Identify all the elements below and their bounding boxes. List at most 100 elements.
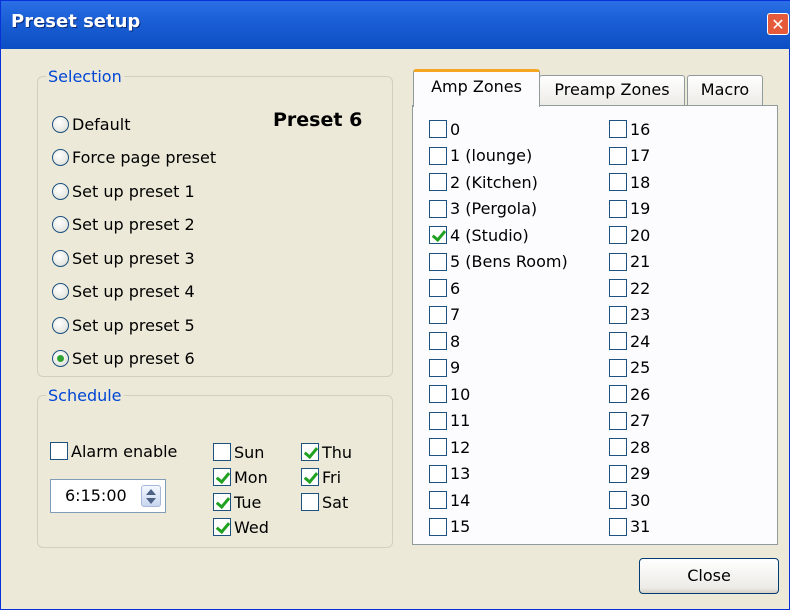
day-checkbox[interactable]: Mon — [213, 466, 268, 488]
zone-checkbox[interactable]: 15 — [429, 516, 470, 538]
zone-checkbox-box[interactable] — [429, 146, 447, 165]
zone-checkbox[interactable]: 17 — [609, 145, 650, 167]
radio-option[interactable]: Set up preset 3 — [52, 246, 195, 270]
zone-checkbox[interactable]: 18 — [609, 171, 650, 193]
radio-button[interactable] — [52, 115, 69, 133]
zone-checkbox-box[interactable] — [429, 385, 447, 403]
day-checkbox[interactable]: Sun — [213, 441, 264, 463]
zone-checkbox[interactable]: 25 — [609, 357, 650, 379]
day-checkbox-box[interactable] — [301, 493, 319, 511]
radio-option[interactable]: Set up preset 1 — [52, 179, 195, 203]
zone-checkbox[interactable]: 28 — [609, 436, 650, 458]
zone-checkbox-box[interactable] — [609, 411, 627, 430]
radio-option[interactable]: Set up preset 5 — [52, 313, 195, 337]
zone-checkbox-box[interactable] — [429, 438, 447, 456]
radio-button[interactable] — [52, 216, 69, 233]
radio-button[interactable] — [52, 249, 69, 267]
zone-checkbox-box[interactable] — [609, 358, 627, 377]
zone-checkbox[interactable]: 24 — [609, 330, 650, 352]
time-spinner[interactable]: 6:15:00 — [50, 479, 166, 513]
zone-checkbox-box[interactable] — [609, 491, 627, 509]
radio-button[interactable] — [52, 149, 69, 166]
zone-checkbox-box[interactable] — [429, 305, 447, 324]
zone-checkbox-box[interactable] — [609, 438, 627, 456]
zone-checkbox[interactable]: 2 (Kitchen) — [429, 171, 538, 193]
day-checkbox-box[interactable] — [301, 443, 319, 461]
zone-checkbox[interactable]: 30 — [609, 489, 650, 511]
zone-checkbox[interactable]: 14 — [429, 489, 470, 511]
zone-checkbox[interactable]: 21 — [609, 251, 650, 273]
zone-checkbox[interactable]: 29 — [609, 463, 650, 485]
zone-checkbox-box[interactable] — [609, 199, 627, 218]
day-checkbox-box[interactable] — [213, 443, 231, 461]
zone-checkbox-box[interactable] — [609, 120, 627, 138]
zone-checkbox[interactable]: 3 (Pergola) — [429, 198, 537, 220]
radio-button[interactable] — [52, 316, 69, 334]
radio-button[interactable] — [52, 182, 69, 200]
zone-checkbox[interactable]: 26 — [609, 383, 650, 405]
zone-checkbox-box[interactable] — [609, 385, 627, 403]
tab-macro[interactable]: Macro — [687, 75, 763, 105]
zone-checkbox-box[interactable] — [609, 464, 627, 483]
zone-checkbox-box[interactable] — [609, 279, 627, 297]
zone-checkbox-box[interactable] — [429, 199, 447, 218]
zone-checkbox-box[interactable] — [429, 358, 447, 377]
spinner-down-icon[interactable] — [146, 498, 156, 504]
zone-checkbox-box[interactable] — [429, 173, 447, 191]
tab-preamp-zones[interactable]: Preamp Zones — [539, 75, 685, 105]
zone-checkbox[interactable]: 4 (Studio) — [429, 224, 529, 246]
zone-checkbox[interactable]: 12 — [429, 436, 470, 458]
day-checkbox-box[interactable] — [213, 493, 231, 511]
day-checkbox-box[interactable] — [301, 468, 319, 486]
day-checkbox[interactable]: Sat — [301, 491, 348, 513]
alarm-enable-box[interactable] — [50, 442, 68, 460]
zone-checkbox-box[interactable] — [429, 252, 447, 271]
alarm-enable-checkbox[interactable]: Alarm enable — [50, 440, 177, 462]
zone-checkbox[interactable]: 23 — [609, 304, 650, 326]
zone-checkbox-box[interactable] — [609, 226, 627, 244]
zone-checkbox[interactable]: 10 — [429, 383, 470, 405]
zone-checkbox-box[interactable] — [609, 305, 627, 324]
close-icon[interactable]: ✕ — [767, 13, 789, 35]
zone-checkbox[interactable]: 27 — [609, 410, 650, 432]
day-checkbox-box[interactable] — [213, 518, 231, 536]
day-checkbox[interactable]: Wed — [213, 516, 269, 538]
zone-checkbox-box[interactable] — [429, 226, 447, 244]
tab-amp-zones[interactable]: Amp Zones — [413, 69, 540, 107]
spinner-up-icon[interactable] — [146, 489, 156, 495]
zone-checkbox-box[interactable] — [429, 411, 447, 430]
radio-option[interactable]: Force page preset — [52, 146, 216, 170]
zone-checkbox[interactable]: 1 (lounge) — [429, 145, 532, 167]
radio-option[interactable]: Set up preset 4 — [52, 280, 195, 304]
zone-checkbox[interactable]: 20 — [609, 224, 650, 246]
day-checkbox[interactable]: Tue — [213, 491, 261, 513]
zone-checkbox[interactable]: 9 — [429, 357, 460, 379]
zone-checkbox-box[interactable] — [429, 517, 447, 536]
zone-checkbox-box[interactable] — [609, 332, 627, 350]
zone-checkbox[interactable]: 19 — [609, 198, 650, 220]
zone-checkbox[interactable]: 8 — [429, 330, 460, 352]
zone-checkbox[interactable]: 11 — [429, 410, 470, 432]
radio-option[interactable]: Default — [52, 112, 130, 136]
zone-checkbox-box[interactable] — [429, 332, 447, 350]
zone-checkbox-box[interactable] — [609, 173, 627, 191]
zone-checkbox[interactable]: 31 — [609, 516, 650, 538]
zone-checkbox-box[interactable] — [429, 491, 447, 509]
zone-checkbox[interactable]: 16 — [609, 118, 650, 140]
zone-checkbox-box[interactable] — [609, 517, 627, 536]
time-value[interactable]: 6:15:00 — [65, 486, 127, 505]
zone-checkbox[interactable]: 7 — [429, 304, 460, 326]
radio-button[interactable] — [52, 350, 69, 367]
radio-button[interactable] — [52, 283, 69, 300]
zone-checkbox-box[interactable] — [609, 146, 627, 165]
zone-checkbox-box[interactable] — [429, 279, 447, 297]
zone-checkbox[interactable]: 5 (Bens Room) — [429, 251, 568, 273]
day-checkbox[interactable]: Fri — [301, 466, 341, 488]
close-button[interactable]: Close — [639, 558, 779, 594]
zone-checkbox[interactable]: 22 — [609, 277, 650, 299]
day-checkbox[interactable]: Thu — [301, 441, 352, 463]
day-checkbox-box[interactable] — [213, 468, 231, 486]
zone-checkbox-box[interactable] — [429, 464, 447, 483]
radio-option[interactable]: Set up preset 2 — [52, 213, 195, 237]
spinner-arrows-icon[interactable] — [141, 485, 161, 507]
